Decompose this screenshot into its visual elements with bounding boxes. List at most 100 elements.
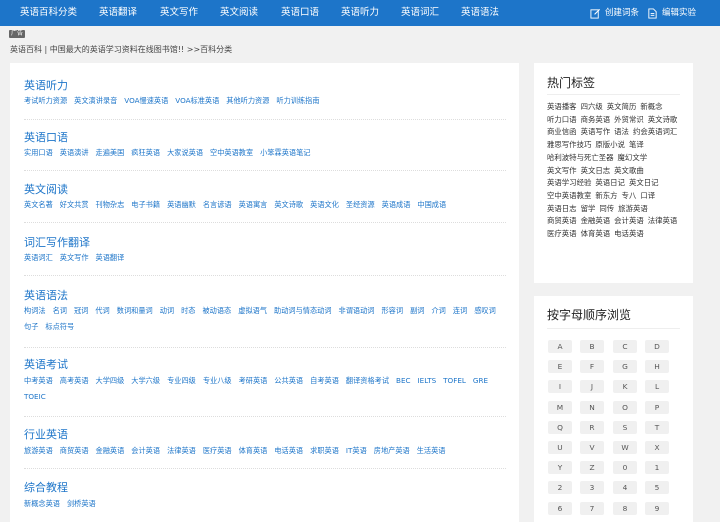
category-link[interactable]: 新概念英语 (24, 496, 60, 512)
category-link[interactable]: 感叹词 (474, 303, 496, 319)
letter-button[interactable]: X (645, 441, 669, 454)
category-link[interactable]: 专业四级 (167, 373, 196, 389)
letter-button[interactable]: 8 (613, 501, 637, 515)
category-link[interactable]: 数词和量词 (117, 303, 153, 319)
hot-tag[interactable]: 商务英语 (581, 114, 611, 127)
category-link[interactable]: 商贸英语 (60, 443, 89, 459)
breadcrumb[interactable]: 英语百科 | 中国最大的英语学习资料在线图书馆!! >>百科分类 (10, 44, 232, 55)
category-link[interactable]: 金融英语 (96, 443, 125, 459)
category-link[interactable]: 名言谚语 (203, 197, 232, 213)
category-link[interactable]: 代词 (95, 303, 109, 319)
section-title[interactable]: 英文阅读 (24, 181, 68, 197)
hot-tag[interactable]: 留学 (581, 203, 596, 216)
category-link[interactable]: 圣经资源 (346, 197, 375, 213)
category-link[interactable]: 英语幽默 (167, 197, 196, 213)
category-link[interactable]: 公共英语 (274, 373, 303, 389)
category-link[interactable]: 自考英语 (310, 373, 339, 389)
letter-button[interactable]: 7 (580, 501, 604, 515)
nav-item-listening[interactable]: 英语听力 (341, 0, 379, 26)
hot-tag[interactable]: 英文日志 (581, 165, 611, 178)
hot-tag[interactable]: 体育英语 (581, 228, 611, 241)
category-link[interactable]: VOA标准英语 (175, 93, 219, 109)
category-link[interactable]: VOA慢速英语 (124, 93, 168, 109)
category-link[interactable]: 介词 (431, 303, 445, 319)
category-link[interactable]: 构词法 (24, 303, 46, 319)
section-title[interactable]: 英语听力 (24, 77, 68, 93)
category-link[interactable]: 英语演讲 (60, 145, 89, 161)
hot-tag[interactable]: 英语日志 (547, 203, 577, 216)
category-link[interactable]: 疯狂英语 (131, 145, 160, 161)
category-link[interactable]: 助动词与情态动词 (274, 303, 332, 319)
letter-button[interactable]: 4 (613, 481, 637, 495)
hot-tag[interactable]: 笔译 (629, 139, 644, 152)
letter-button[interactable]: K (613, 380, 637, 394)
hot-tag[interactable]: 商贸英语 (547, 215, 577, 228)
hot-tag[interactable]: 商业信函 (547, 126, 577, 139)
section-title[interactable]: 行业英语 (24, 426, 68, 442)
category-link[interactable]: GRE (473, 373, 488, 389)
letter-button[interactable]: O (613, 400, 637, 414)
letter-button[interactable]: N (580, 400, 604, 414)
hot-tag[interactable]: 听力口语 (547, 114, 577, 127)
category-link[interactable]: 名词 (53, 303, 67, 319)
category-link[interactable]: 英语成语 (382, 197, 411, 213)
hot-tag[interactable]: 语法 (614, 126, 629, 139)
letter-button[interactable]: F (580, 360, 604, 374)
category-link[interactable]: 医疗英语 (203, 443, 232, 459)
nav-item-translation[interactable]: 英语翻译 (99, 0, 137, 26)
category-link[interactable]: 英语翻译 (96, 250, 125, 266)
section-title[interactable]: 英语口语 (24, 129, 68, 145)
category-link[interactable]: 生活英语 (417, 443, 446, 459)
letter-button[interactable]: E (548, 360, 572, 374)
category-link[interactable]: 英语文化 (310, 197, 339, 213)
letter-button[interactable]: D (645, 340, 669, 353)
category-link[interactable]: 时态 (181, 303, 195, 319)
hot-tag[interactable]: 英文歌曲 (614, 165, 644, 178)
hot-tag[interactable]: 会计英语 (614, 215, 644, 228)
category-link[interactable]: IELTS (418, 373, 437, 389)
hot-tag[interactable]: 电话英语 (614, 228, 644, 241)
category-link[interactable]: 会计英语 (131, 443, 160, 459)
category-link[interactable]: 电话英语 (274, 443, 303, 459)
hot-tag[interactable]: 约会英语词汇 (633, 126, 677, 139)
category-link[interactable]: 英文诗歌 (274, 197, 303, 213)
hot-tag[interactable]: 新东方 (595, 190, 617, 203)
category-link[interactable]: 英文演讲录音 (74, 93, 117, 109)
letter-button[interactable]: Q (548, 420, 572, 434)
category-link[interactable]: 句子 (24, 319, 38, 335)
category-link[interactable]: 专业八级 (203, 373, 232, 389)
category-link[interactable]: 房地产英语 (374, 443, 410, 459)
hot-tag[interactable]: 新概念 (640, 101, 662, 114)
hot-tag[interactable]: 专八 (622, 190, 637, 203)
category-link[interactable]: 电子书籍 (131, 197, 160, 213)
section-title[interactable]: 英语考试 (24, 356, 68, 372)
hot-tag[interactable]: 医疗英语 (547, 228, 577, 241)
category-link[interactable]: BEC (396, 373, 411, 389)
hot-tag[interactable]: 英语日记 (595, 177, 625, 190)
hot-tag[interactable]: 英文日记 (629, 177, 659, 190)
hot-tag[interactable]: 口译 (640, 190, 655, 203)
letter-button[interactable]: M (548, 400, 572, 414)
hot-tag[interactable]: 英文简历 (607, 101, 637, 114)
category-link[interactable]: 实用口语 (24, 145, 53, 161)
letter-button[interactable]: A (548, 340, 572, 353)
edit-experiment-button[interactable]: 编辑实验 (647, 0, 696, 26)
letter-button[interactable]: 5 (645, 481, 669, 495)
letter-button[interactable]: Y (548, 461, 572, 475)
letter-button[interactable]: R (580, 420, 604, 434)
letter-button[interactable]: I (548, 380, 572, 394)
nav-item-category[interactable]: 英语百科分类 (20, 0, 77, 26)
category-link[interactable]: 翻译资格考试 (346, 373, 389, 389)
letter-button[interactable]: 6 (548, 501, 572, 515)
nav-item-vocabulary[interactable]: 英语词汇 (401, 0, 439, 26)
letter-button[interactable]: S (613, 420, 637, 434)
hot-tag[interactable]: 英文诗歌 (648, 114, 678, 127)
category-link[interactable]: 英语词汇 (24, 250, 53, 266)
category-link[interactable]: IT英语 (346, 443, 367, 459)
category-link[interactable]: 法律英语 (167, 443, 196, 459)
section-title[interactable]: 综合教程 (24, 479, 68, 495)
category-link[interactable]: 大学四级 (96, 373, 125, 389)
hot-tag[interactable]: 旅游英语 (618, 203, 648, 216)
nav-item-writing[interactable]: 英文写作 (160, 0, 198, 26)
category-link[interactable]: 动词 (160, 303, 174, 319)
